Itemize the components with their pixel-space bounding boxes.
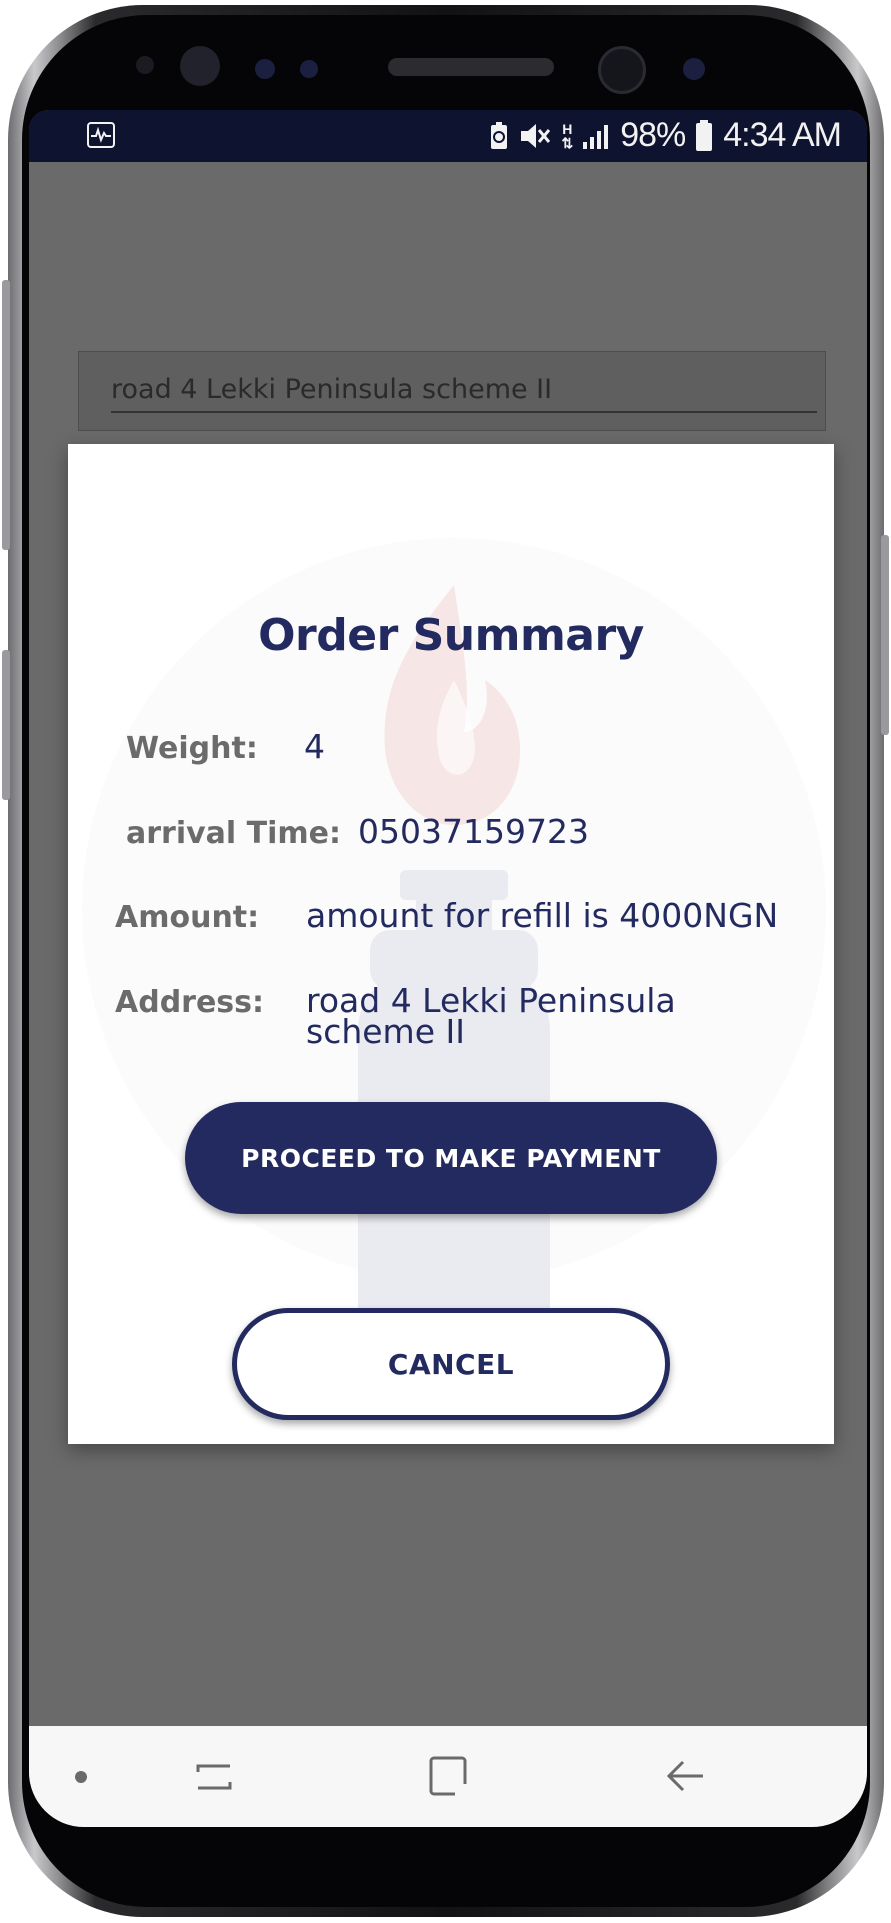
battery-icon: [695, 119, 713, 152]
front-camera-icon: [598, 46, 646, 94]
volume-button: [2, 280, 10, 550]
address-input[interactable]: road 4 Lekki Peninsula scheme II: [78, 351, 826, 431]
amount-label: Amount:: [115, 900, 260, 935]
recents-icon[interactable]: [194, 1754, 234, 1798]
order-summary-dialog: Order Summary Weight: 4 arrival Time: 05…: [68, 444, 834, 1444]
status-icons: H ⇅ 98% 4:34 AM: [489, 116, 842, 155]
network-letter: H: [562, 120, 572, 137]
home-icon[interactable]: [427, 1754, 469, 1798]
dialog-title: Order Summary: [258, 610, 644, 661]
status-bar: H ⇅ 98% 4:34 AM: [29, 110, 867, 162]
sensor-icon: [136, 56, 154, 74]
proceed-to-payment-button[interactable]: PROCEED TO MAKE PAYMENT: [185, 1102, 717, 1214]
bixby-button: [2, 650, 10, 800]
amount-value: amount for refill is 4000NGN: [306, 896, 779, 935]
gas-cylinder-watermark-icon: [82, 538, 826, 1420]
address-value: road 4 Lekki Peninsula scheme II: [306, 984, 676, 1051]
battery-saver-icon: [489, 121, 509, 151]
iris-scanner-icon: [180, 46, 220, 86]
input-underline: [111, 411, 817, 413]
mute-icon: [519, 121, 551, 151]
power-button: [881, 535, 889, 735]
screen: H ⇅ 98% 4:34 AM road 4 Lekki Peninsula s…: [29, 110, 867, 1827]
arrival-time-label: arrival Time:: [126, 816, 341, 851]
cancel-button[interactable]: CANCEL: [232, 1308, 670, 1420]
signal-icon: [582, 122, 610, 150]
arrival-time-value: 05037159723: [358, 812, 589, 851]
navigation-bar: [29, 1726, 867, 1827]
weight-label: Weight:: [126, 731, 258, 766]
weight-value: 4: [304, 727, 325, 766]
back-icon[interactable]: [665, 1754, 707, 1798]
light-sensor-icon: [300, 60, 318, 78]
earpiece-speaker: [388, 58, 554, 76]
iris-led-icon: [683, 58, 705, 80]
proximity-sensor-icon: [255, 59, 275, 79]
nav-dot-icon[interactable]: [75, 1771, 87, 1783]
address-label: Address:: [115, 985, 265, 1020]
data-arrows-icon: ⇅: [561, 134, 573, 151]
clock: 4:34 AM: [723, 116, 842, 154]
activity-icon: [87, 122, 115, 148]
battery-percent: 98%: [620, 116, 686, 154]
address-value-line2: scheme II: [306, 1012, 465, 1051]
address-input-value: road 4 Lekki Peninsula scheme II: [111, 374, 553, 405]
network-h-icon: H ⇅: [561, 120, 573, 151]
